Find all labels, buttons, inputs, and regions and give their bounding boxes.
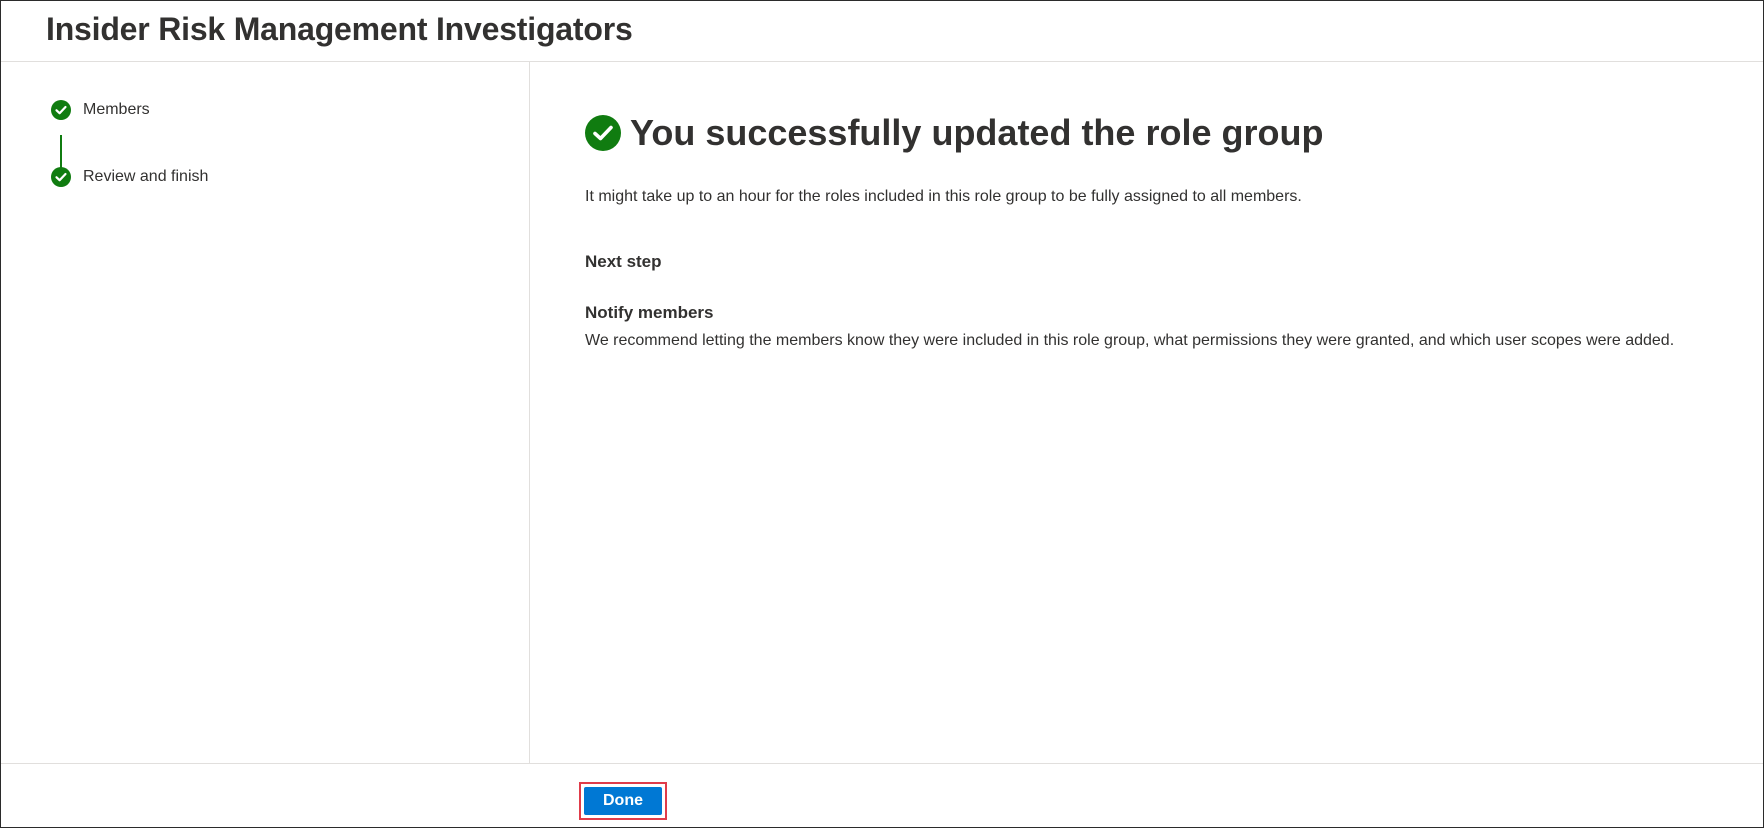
step-label-review-and-finish: Review and finish	[83, 168, 209, 185]
role-group-wizard-window: Insider Risk Management Investigators Me…	[0, 0, 1764, 828]
checkmark-circle-icon	[585, 115, 621, 151]
panel-header: Insider Risk Management Investigators	[1, 1, 1763, 62]
step-label-members: Members	[83, 101, 150, 118]
page-title: Insider Risk Management Investigators	[46, 11, 633, 47]
checkmark-circle-icon	[51, 100, 71, 120]
next-step-heading: Next step	[585, 252, 662, 271]
notify-members-text: We recommend letting the members know th…	[585, 332, 1675, 349]
checkmark-circle-icon	[51, 167, 71, 187]
success-description: It might take up to an hour for the role…	[585, 188, 1302, 205]
notify-members-heading: Notify members	[585, 303, 714, 322]
done-button[interactable]: Done	[584, 787, 662, 815]
success-title: You successfully updated the role group	[630, 112, 1324, 153]
done-button-highlight: Done	[579, 782, 667, 820]
wizard-steps-pane: Members Review and finish	[1, 62, 530, 763]
panel-footer: Done	[1, 763, 1763, 829]
